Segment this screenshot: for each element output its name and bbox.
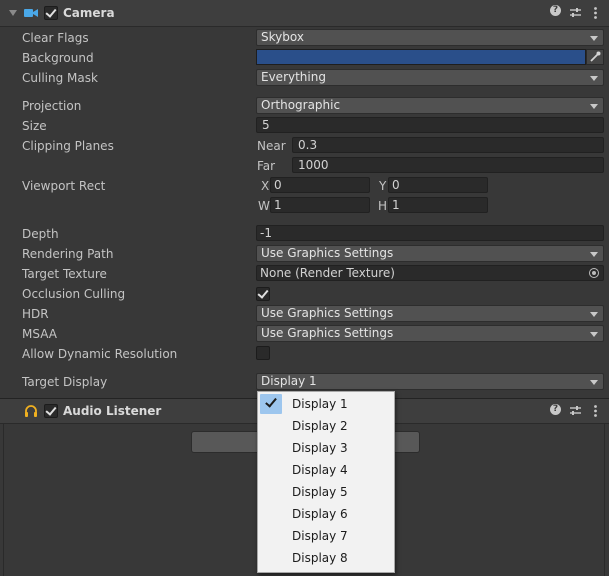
viewport-w-label: W bbox=[258, 199, 270, 213]
viewport-x-label: X bbox=[261, 179, 270, 193]
preset-icon[interactable] bbox=[570, 7, 581, 18]
projection-dropdown[interactable]: Orthographic bbox=[256, 97, 604, 114]
menu-item-label: Display 3 bbox=[292, 441, 348, 455]
camera-icon bbox=[24, 9, 38, 17]
menu-item-display-8[interactable]: Display 8 bbox=[258, 547, 394, 569]
clipping-planes-label: Clipping Planes bbox=[22, 139, 114, 153]
viewport-w-field[interactable]: 1 bbox=[270, 197, 370, 213]
projection-label: Projection bbox=[22, 99, 82, 113]
target-texture-value: None (Render Texture) bbox=[260, 266, 395, 280]
rendering-path-value: Use Graphics Settings bbox=[261, 246, 394, 260]
menu-item-label: Display 5 bbox=[292, 485, 348, 499]
target-display-label: Target Display bbox=[22, 375, 108, 389]
far-label: Far bbox=[257, 159, 276, 173]
menu-item-display-1[interactable]: Display 1 bbox=[258, 393, 394, 415]
more-icon[interactable] bbox=[594, 405, 597, 417]
background-label: Background bbox=[22, 51, 94, 65]
eyedropper-icon bbox=[590, 51, 601, 62]
audio-listener-title: Audio Listener bbox=[63, 404, 162, 418]
target-texture-label: Target Texture bbox=[22, 267, 107, 281]
menu-item-display-2[interactable]: Display 2 bbox=[258, 415, 394, 437]
menu-item-label: Display 2 bbox=[292, 419, 348, 433]
menu-item-label: Display 1 bbox=[292, 397, 348, 411]
msaa-value: Use Graphics Settings bbox=[261, 326, 394, 340]
size-field[interactable]: 5 bbox=[256, 117, 604, 133]
far-field[interactable]: 1000 bbox=[292, 157, 604, 173]
menu-item-display-6[interactable]: Display 6 bbox=[258, 503, 394, 525]
occlusion-culling-checkbox[interactable] bbox=[256, 287, 270, 301]
dynamic-resolution-label: Allow Dynamic Resolution bbox=[22, 347, 178, 361]
camera-component-header[interactable]: Camera ? bbox=[0, 0, 609, 27]
viewport-y-label: Y bbox=[379, 179, 387, 193]
viewport-h-label: H bbox=[378, 199, 388, 213]
camera-title: Camera bbox=[63, 6, 115, 20]
depth-label: Depth bbox=[22, 227, 59, 241]
culling-mask-dropdown[interactable]: Everything bbox=[256, 69, 604, 86]
menu-item-display-7[interactable]: Display 7 bbox=[258, 525, 394, 547]
menu-item-label: Display 7 bbox=[292, 529, 348, 543]
object-picker-icon[interactable] bbox=[589, 268, 599, 278]
target-display-menu: Display 1 Display 2 Display 3 Display 4 … bbox=[257, 391, 395, 573]
clear-flags-dropdown[interactable]: Skybox bbox=[256, 29, 604, 46]
menu-item-label: Display 8 bbox=[292, 551, 348, 565]
menu-item-display-4[interactable]: Display 4 bbox=[258, 459, 394, 481]
near-field[interactable]: 0.3 bbox=[292, 137, 604, 153]
chevron-down-icon bbox=[590, 36, 598, 41]
viewport-y-field[interactable]: 0 bbox=[388, 177, 488, 193]
chevron-down-icon bbox=[590, 104, 598, 109]
near-label: Near bbox=[257, 139, 286, 153]
chevron-down-icon bbox=[590, 332, 598, 337]
chevron-down-icon bbox=[590, 76, 598, 81]
rendering-path-dropdown[interactable]: Use Graphics Settings bbox=[256, 245, 604, 262]
viewport-h-field[interactable]: 1 bbox=[388, 197, 488, 213]
target-display-value: Display 1 bbox=[261, 374, 317, 388]
culling-mask-value: Everything bbox=[261, 70, 326, 84]
audio-listener-enabled-checkbox[interactable] bbox=[44, 404, 58, 418]
hdr-dropdown[interactable]: Use Graphics Settings bbox=[256, 305, 604, 322]
background-color-field[interactable] bbox=[256, 49, 586, 65]
dynamic-resolution-checkbox[interactable] bbox=[256, 346, 270, 360]
size-label: Size bbox=[22, 119, 47, 133]
clear-flags-label: Clear Flags bbox=[22, 31, 89, 45]
eyedropper-button[interactable] bbox=[586, 49, 604, 65]
menu-item-display-5[interactable]: Display 5 bbox=[258, 481, 394, 503]
viewport-x-field[interactable]: 0 bbox=[270, 177, 370, 193]
viewport-rect-label: Viewport Rect bbox=[22, 179, 106, 193]
clear-flags-value: Skybox bbox=[261, 30, 304, 44]
hdr-label: HDR bbox=[22, 307, 49, 321]
foldout-arrow-icon[interactable] bbox=[9, 10, 17, 16]
msaa-label: MSAA bbox=[22, 327, 57, 341]
msaa-dropdown[interactable]: Use Graphics Settings bbox=[256, 325, 604, 342]
culling-mask-label: Culling Mask bbox=[22, 71, 98, 85]
headphones-icon bbox=[25, 405, 37, 417]
help-icon[interactable]: ? bbox=[550, 5, 561, 16]
chevron-down-icon bbox=[590, 380, 598, 385]
camera-enabled-checkbox[interactable] bbox=[44, 6, 58, 20]
projection-value: Orthographic bbox=[261, 98, 341, 112]
target-display-dropdown[interactable]: Display 1 bbox=[256, 373, 604, 390]
menu-item-label: Display 6 bbox=[292, 507, 348, 521]
target-texture-field[interactable]: None (Render Texture) bbox=[256, 265, 604, 281]
more-icon[interactable] bbox=[594, 7, 597, 19]
menu-item-label: Display 4 bbox=[292, 463, 348, 477]
chevron-down-icon bbox=[590, 312, 598, 317]
occlusion-culling-label: Occlusion Culling bbox=[22, 287, 126, 301]
chevron-down-icon bbox=[590, 252, 598, 257]
help-icon[interactable]: ? bbox=[550, 404, 561, 415]
rendering-path-label: Rendering Path bbox=[22, 247, 114, 261]
hdr-value: Use Graphics Settings bbox=[261, 306, 394, 320]
menu-item-display-3[interactable]: Display 3 bbox=[258, 437, 394, 459]
depth-field[interactable]: -1 bbox=[256, 225, 604, 241]
preset-icon[interactable] bbox=[570, 405, 581, 416]
